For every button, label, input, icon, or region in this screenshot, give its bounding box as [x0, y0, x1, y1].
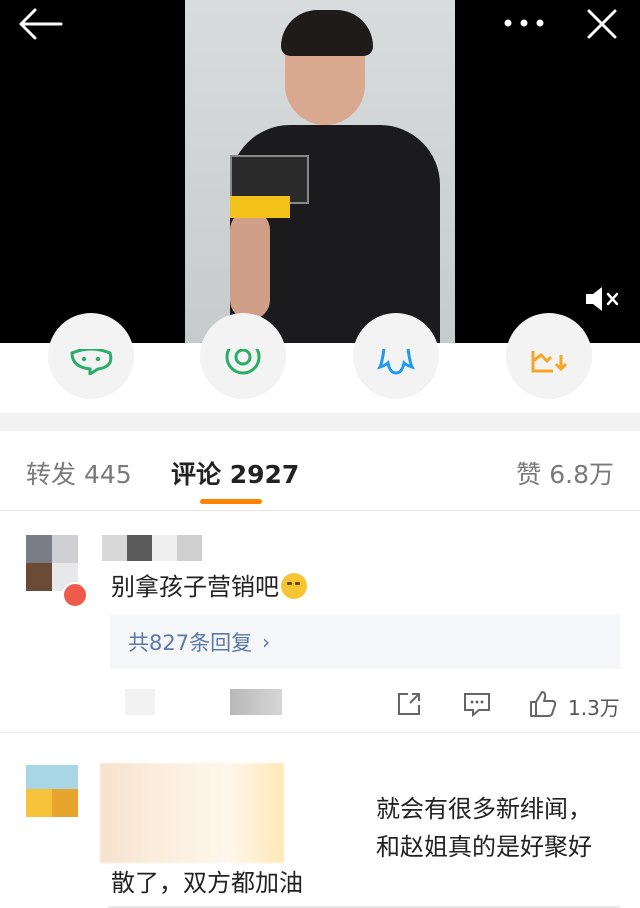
tab-like[interactable]: 赞 6.8万	[516, 455, 614, 491]
back-button[interactable]	[14, 6, 66, 42]
share-comment-button[interactable]	[394, 689, 424, 719]
comment-text-line: 散了，双方都加油	[111, 869, 303, 897]
close-icon	[587, 9, 617, 39]
location-blurred	[230, 689, 282, 715]
tab-repost[interactable]: 转发 445	[26, 455, 132, 491]
video-frame	[185, 0, 455, 343]
view-replies-button[interactable]: 共827条回复 ›	[110, 615, 620, 669]
like-comment-button[interactable]	[528, 689, 558, 719]
replies-count: 共827条回复	[128, 631, 253, 655]
close-button[interactable]	[582, 4, 622, 44]
active-tab-indicator	[200, 499, 262, 504]
save-image-button[interactable]	[506, 313, 592, 399]
username-blurred	[100, 763, 284, 863]
timestamp-blurred	[125, 689, 155, 715]
share-icon	[398, 693, 420, 715]
arrow-left-icon	[19, 8, 63, 40]
comment-icon	[464, 693, 490, 717]
thumbs-up-icon	[530, 691, 557, 717]
person-hair	[281, 10, 373, 56]
feedback-tabs: 转发 445 评论 2927 赞 6.8万	[0, 431, 640, 511]
comment-item: 就会有很多新绯闻， 和赵姐真的是好聚好 散了，双方都加油	[0, 733, 640, 908]
comment-text-line: 和赵姐真的是好聚好	[376, 833, 592, 861]
section-divider	[0, 413, 640, 431]
share-actions	[0, 313, 640, 413]
comment-text-line: 就会有很多新绯闻，	[376, 795, 592, 823]
emoji-icon	[281, 573, 307, 599]
speaker-muted-icon	[586, 287, 619, 311]
username-blurred	[102, 535, 202, 561]
share-moments-button[interactable]	[200, 313, 286, 399]
comment-text: 别拿孩子营销吧	[111, 567, 307, 602]
share-wechat-button[interactable]	[48, 313, 134, 399]
reply-comment-button[interactable]	[462, 689, 492, 719]
qq-icon	[377, 349, 415, 375]
video-player[interactable]	[0, 0, 640, 343]
avatar[interactable]	[26, 765, 78, 821]
moments-icon	[225, 349, 261, 375]
like-count: 1.3万	[568, 696, 620, 720]
person-arm	[230, 210, 270, 320]
wechat-icon	[70, 349, 113, 375]
tab-comment[interactable]: 评论 2927	[171, 455, 299, 491]
mute-button[interactable]	[582, 282, 622, 316]
more-dots-icon	[504, 19, 544, 27]
comment-meta: 1.3万	[0, 681, 640, 725]
share-qq-button[interactable]	[353, 313, 439, 399]
microphone-tag	[230, 196, 290, 218]
save-image-icon	[531, 351, 568, 373]
verified-badge	[62, 582, 88, 608]
chevron-right-icon: ›	[262, 630, 271, 654]
comment-item: 别拿孩子营销吧 共827条回复 › 1.3万	[0, 511, 640, 733]
more-button[interactable]	[498, 8, 550, 38]
